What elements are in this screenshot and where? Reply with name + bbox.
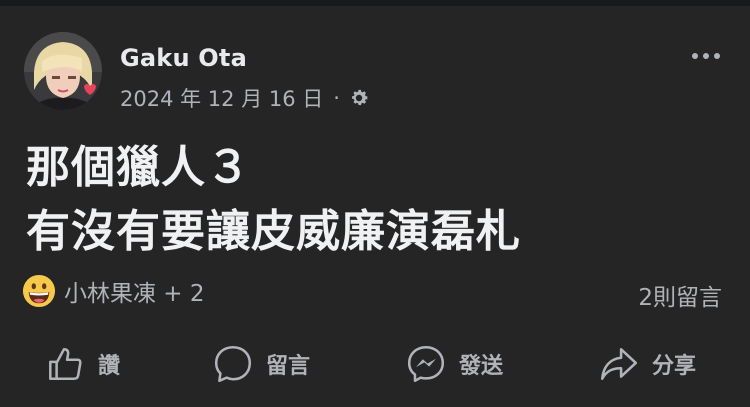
post-text-line: 那個獵人３ [26,142,251,193]
comment-bubble-icon [214,345,252,383]
post-date[interactable]: 2024 年 12 月 16 日 [120,83,323,113]
share-arrow-icon [600,348,638,380]
action-bar: 讚 留言 發送 分享 [0,336,750,392]
post-text-line: 有沒有要讓皮威廉演磊札 [26,206,521,257]
reactors-text: 小林果凍 + 2 [64,281,205,307]
messenger-icon [407,345,445,383]
comment-label: 留言 [266,354,311,379]
more-options-button[interactable] [686,46,726,66]
like-button[interactable]: 讚 [44,336,120,392]
post-text: 那個獵人３ 有沒有要讓皮威廉演磊札 [26,136,521,264]
more-dot-icon [714,53,720,59]
meta-separator: · [333,86,340,110]
comment-button[interactable]: 留言 [212,336,310,392]
post-card: Gaku Ota 2024 年 12 月 16 日 · 那個獵人３ 有沒有要讓皮… [0,6,750,407]
grinning-face-emoji-icon [22,274,56,308]
author-name[interactable]: Gaku Ota [120,44,247,72]
more-dot-icon [692,53,698,59]
gear-icon[interactable] [348,87,370,109]
send-button[interactable]: 發送 [405,336,503,392]
avatar[interactable] [24,32,102,110]
thumbs-up-icon [49,348,82,380]
share-button[interactable]: 分享 [598,336,696,392]
share-label: 分享 [652,354,697,379]
like-label: 讚 [98,354,121,379]
more-dot-icon [703,53,709,59]
reactions-summary[interactable]: 小林果凍 + 2 [22,274,205,308]
send-label: 發送 [459,354,504,379]
avatar-image [24,32,102,110]
post-meta: 2024 年 12 月 16 日 · [120,83,370,113]
comment-count-link[interactable]: 2則留言 [638,278,722,312]
